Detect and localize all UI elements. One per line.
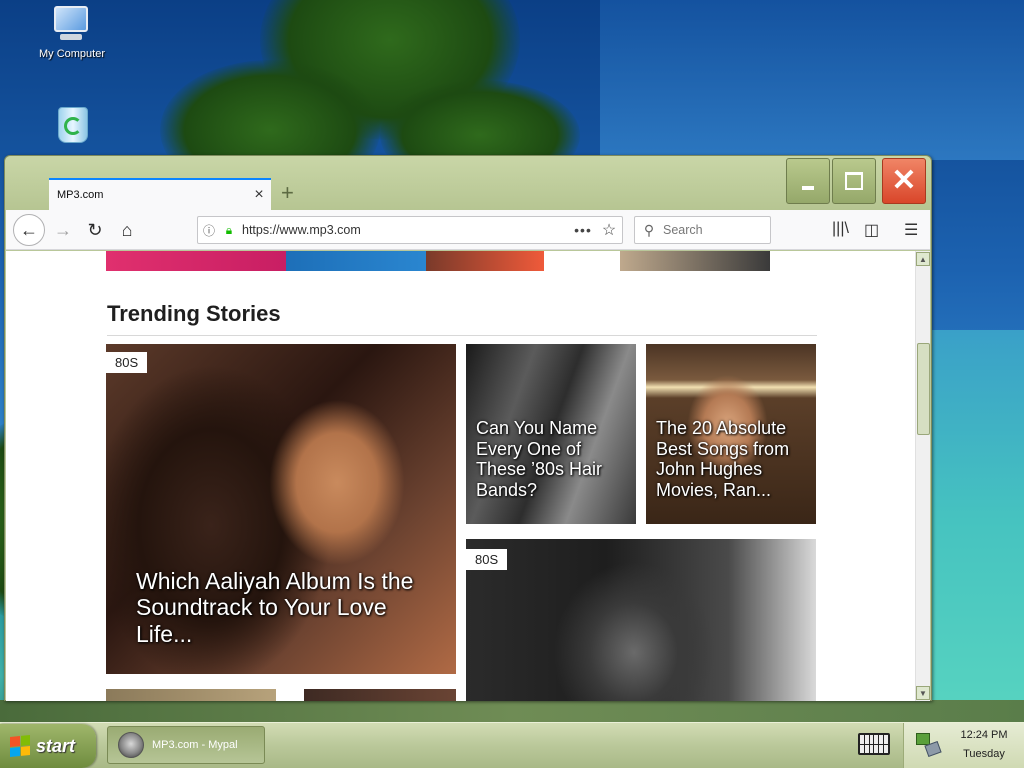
address-bar[interactable]: ⓘ 🔒︎ https://www.mp3.com ••• ☆ — [197, 216, 623, 244]
desktop-icon-my-computer[interactable]: My Computer — [32, 4, 112, 60]
tab-title: MP3.com — [57, 189, 104, 201]
navigation-toolbar: ← → ↻ ⌂ ⓘ 🔒︎ https://www.mp3.com ••• ☆ ⚲… — [6, 210, 930, 250]
story-caption[interactable]: Can You Name Every One of These ’80s Hai… — [476, 418, 634, 501]
story-card-drake[interactable]: 80S — [466, 539, 816, 701]
taskbar-item-label: MP3.com - Mypal — [152, 739, 238, 751]
forward-button[interactable]: → — [48, 215, 78, 245]
section-title: Trending Stories — [107, 301, 281, 326]
url-text[interactable]: https://www.mp3.com — [238, 223, 570, 237]
story-card-aaliyah[interactable]: 80S Which Aaliyah Album Is the Soundtrac… — [106, 344, 456, 674]
browser-window: MP3.com × + ✕ ← → ↻ ⌂ ⓘ 🔒︎ https://www.m… — [4, 155, 932, 701]
scroll-thumb[interactable] — [917, 343, 930, 435]
scroll-up-icon[interactable]: ▲ — [916, 252, 930, 266]
page-viewport: Trending Stories 80S Which Aaliyah Album… — [6, 251, 915, 701]
arrow-right-icon: → — [54, 219, 72, 240]
clock-time[interactable]: 12:24 PM — [954, 729, 1014, 741]
close-icon: ✕ — [891, 164, 917, 197]
info-icon[interactable]: ⓘ — [198, 222, 220, 239]
reload-icon: ↻ — [87, 219, 103, 240]
arrow-left-icon: ← — [20, 219, 38, 240]
taskbar: start MP3.com - Mypal 12:24 PM Tuesday — [0, 722, 1024, 768]
section-divider — [107, 335, 817, 336]
search-input[interactable]: ⚲ Search — [634, 216, 771, 244]
maximize-icon — [845, 172, 863, 190]
hero-image-strip — [106, 251, 816, 271]
computer-icon — [50, 4, 94, 44]
minimize-button[interactable] — [786, 158, 830, 204]
mypal-raccoon-icon — [118, 732, 144, 758]
taskbar-item-browser[interactable]: MP3.com - Mypal — [107, 726, 265, 764]
lock-icon[interactable]: 🔒︎ — [220, 223, 238, 238]
clock-day[interactable]: Tuesday — [954, 748, 1014, 760]
new-tab-icon[interactable]: + — [281, 180, 294, 206]
search-icon: ⚲ — [643, 221, 655, 238]
hamburger-menu-icon[interactable]: ☰ — [904, 220, 918, 240]
story-caption[interactable]: The 20 Absolute Best Songs from John Hug… — [656, 418, 814, 501]
desktop-icon-recycle-bin[interactable] — [32, 103, 112, 147]
windows-logo-icon — [10, 734, 30, 758]
minimize-icon — [802, 186, 814, 190]
category-badge[interactable]: 80S — [466, 549, 508, 570]
desktop-icon-label: My Computer — [38, 48, 106, 60]
keyboard-icon[interactable] — [858, 733, 890, 757]
story-image — [466, 539, 816, 701]
recycle-bin-icon — [50, 103, 94, 143]
home-button[interactable]: ⌂ — [112, 215, 142, 245]
story-card-partial[interactable] — [106, 689, 276, 701]
story-caption[interactable]: Which Aaliyah Album Is the Soundtrack to… — [136, 568, 446, 647]
close-button[interactable]: ✕ — [882, 158, 926, 204]
story-card-hair-bands[interactable]: Can You Name Every One of These ’80s Hai… — [466, 344, 636, 524]
sidebar-icon[interactable]: ◫ — [864, 220, 879, 240]
maximize-button[interactable] — [832, 158, 876, 204]
system-tray: 12:24 PM Tuesday — [903, 723, 1024, 768]
start-button[interactable]: start — [0, 724, 96, 768]
start-label: start — [36, 735, 76, 756]
home-icon: ⌂ — [121, 219, 133, 240]
scroll-down-icon[interactable]: ▼ — [916, 686, 930, 700]
bookmark-star-icon[interactable]: ☆ — [596, 220, 622, 240]
title-bar: MP3.com × + ✕ — [5, 156, 931, 210]
network-icon[interactable] — [916, 731, 942, 758]
vertical-scrollbar[interactable]: ▲ ▼ — [915, 251, 930, 701]
category-badge[interactable]: 80S — [106, 352, 148, 373]
library-icon[interactable]: |||\ — [832, 220, 849, 238]
reload-button[interactable]: ↻ — [80, 215, 110, 245]
story-card-john-hughes[interactable]: The 20 Absolute Best Songs from John Hug… — [646, 344, 816, 524]
search-placeholder: Search — [663, 223, 703, 237]
back-button[interactable]: ← — [13, 214, 45, 246]
story-card-partial[interactable] — [304, 689, 456, 701]
tab-close-icon[interactable]: × — [247, 186, 271, 204]
page-actions-icon[interactable]: ••• — [570, 222, 596, 238]
tab-mp3[interactable]: MP3.com × — [49, 178, 271, 210]
